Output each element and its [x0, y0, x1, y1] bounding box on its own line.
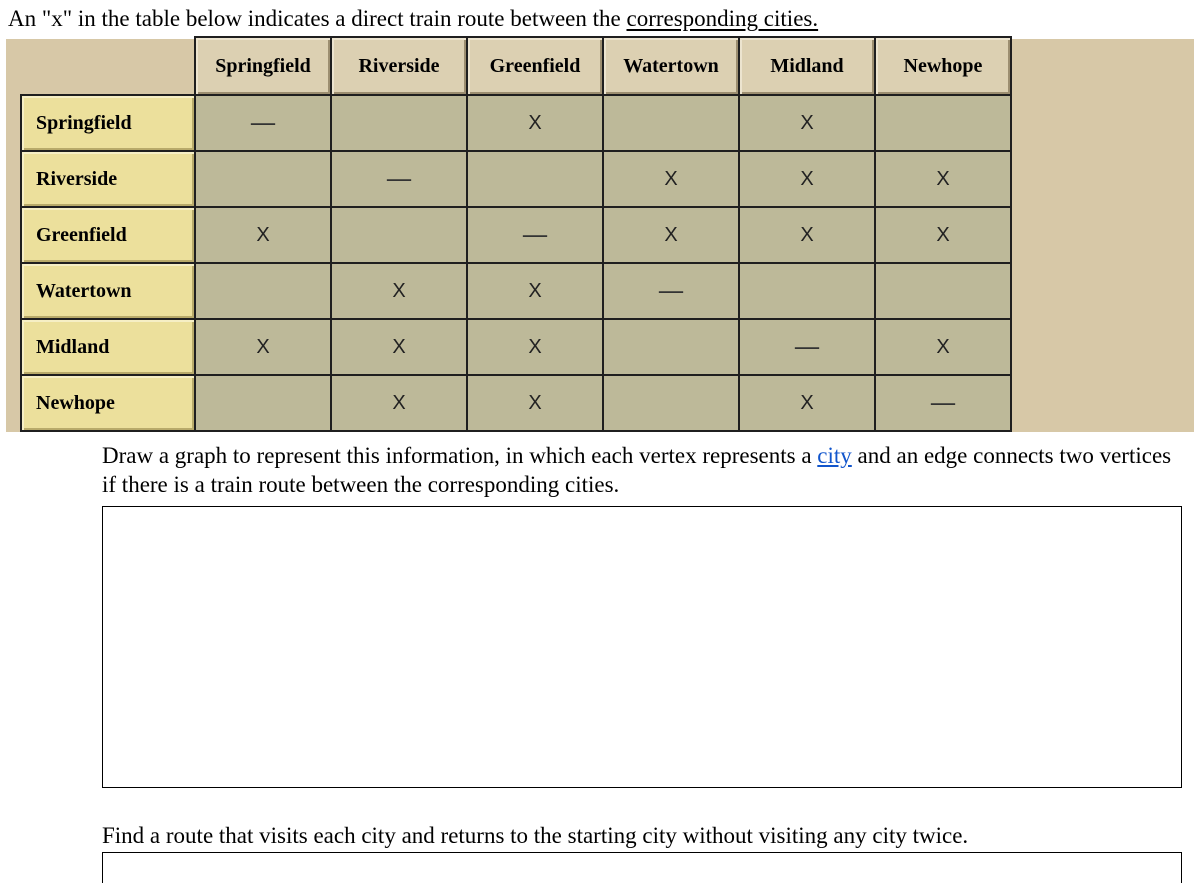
table-row: Midland X X X — X [21, 319, 1011, 375]
prompt-1-section: Draw a graph to represent this informati… [102, 442, 1182, 788]
cell: X [467, 95, 603, 151]
cell [195, 151, 331, 207]
table-row: Springfield — X X [21, 95, 1011, 151]
cell: — [467, 207, 603, 263]
cell: X [195, 319, 331, 375]
prompt-2-section: Find a route that visits each city and r… [102, 822, 1182, 884]
table-row: Newhope X X X — [21, 375, 1011, 431]
cell: X [875, 207, 1011, 263]
x-mark-icon: X [528, 112, 541, 134]
x-mark-icon: X [392, 392, 405, 414]
table-row: Watertown X X — [21, 263, 1011, 319]
x-mark-icon: X [800, 112, 813, 134]
colhead-greenfield: Greenfield [467, 37, 603, 95]
dash-icon: — [659, 278, 683, 304]
colhead-midland: Midland [739, 37, 875, 95]
dash-icon: — [795, 334, 819, 360]
x-mark-icon: X [392, 280, 405, 302]
cell: X [739, 207, 875, 263]
table-corner [21, 37, 195, 95]
cell: X [739, 95, 875, 151]
rowhead-watertown: Watertown [21, 263, 195, 319]
intro-underlined: corresponding cities. [626, 6, 818, 31]
cell [331, 207, 467, 263]
cell: X [467, 319, 603, 375]
cell: — [739, 319, 875, 375]
dash-icon: — [931, 390, 955, 416]
dash-icon: — [251, 110, 275, 136]
cell: X [195, 207, 331, 263]
rowhead-springfield: Springfield [21, 95, 195, 151]
cell [603, 319, 739, 375]
dash-icon: — [387, 166, 411, 192]
cell: X [331, 375, 467, 431]
x-mark-icon: X [392, 336, 405, 358]
cell: X [875, 151, 1011, 207]
prompt-2-text: Find a route that visits each city and r… [102, 822, 1182, 851]
cell: X [603, 151, 739, 207]
colhead-newhope: Newhope [875, 37, 1011, 95]
cell [875, 263, 1011, 319]
route-table-wrap: Springfield Riverside Greenfield Waterto… [6, 36, 1194, 432]
x-mark-icon: X [800, 392, 813, 414]
intro-text: An "x" in the table below indicates a di… [8, 6, 1194, 32]
cell: X [467, 263, 603, 319]
cell: — [331, 151, 467, 207]
cell [875, 95, 1011, 151]
rowhead-riverside: Riverside [21, 151, 195, 207]
x-mark-icon: X [936, 336, 949, 358]
x-mark-icon: X [528, 336, 541, 358]
cell [603, 95, 739, 151]
colhead-springfield: Springfield [195, 37, 331, 95]
colhead-watertown: Watertown [603, 37, 739, 95]
cell [467, 151, 603, 207]
table-row: Greenfield X — X X X [21, 207, 1011, 263]
route-table: Springfield Riverside Greenfield Waterto… [20, 36, 1012, 432]
cell [195, 263, 331, 319]
x-mark-icon: X [664, 224, 677, 246]
x-mark-icon: X [800, 168, 813, 190]
cell: — [603, 263, 739, 319]
cell: X [467, 375, 603, 431]
prompt-1-pre: Draw a graph to represent this informati… [102, 443, 817, 468]
rowhead-newhope: Newhope [21, 375, 195, 431]
x-mark-icon: X [528, 392, 541, 414]
table-row: Riverside — X X X [21, 151, 1011, 207]
cell: — [875, 375, 1011, 431]
cell: X [875, 319, 1011, 375]
x-mark-icon: X [256, 224, 269, 246]
cell: X [331, 319, 467, 375]
x-mark-icon: X [936, 224, 949, 246]
x-mark-icon: X [800, 224, 813, 246]
cell [195, 375, 331, 431]
x-mark-icon: X [664, 168, 677, 190]
intro-pre: An "x" in the table below indicates a di… [8, 6, 626, 31]
rowhead-greenfield: Greenfield [21, 207, 195, 263]
answer-box-route[interactable] [102, 852, 1182, 883]
cell [603, 375, 739, 431]
prompt-1-text: Draw a graph to represent this informati… [102, 442, 1182, 500]
cell: X [603, 207, 739, 263]
colhead-riverside: Riverside [331, 37, 467, 95]
answer-box-graph[interactable] [102, 506, 1182, 788]
dash-icon: — [523, 222, 547, 248]
x-mark-icon: X [256, 336, 269, 358]
cell: X [739, 151, 875, 207]
rowhead-midland: Midland [21, 319, 195, 375]
x-mark-icon: X [528, 280, 541, 302]
cell: X [331, 263, 467, 319]
cell: X [739, 375, 875, 431]
cell: — [195, 95, 331, 151]
cell [331, 95, 467, 151]
cell [739, 263, 875, 319]
x-mark-icon: X [936, 168, 949, 190]
prompt-1-link: city [817, 443, 852, 468]
